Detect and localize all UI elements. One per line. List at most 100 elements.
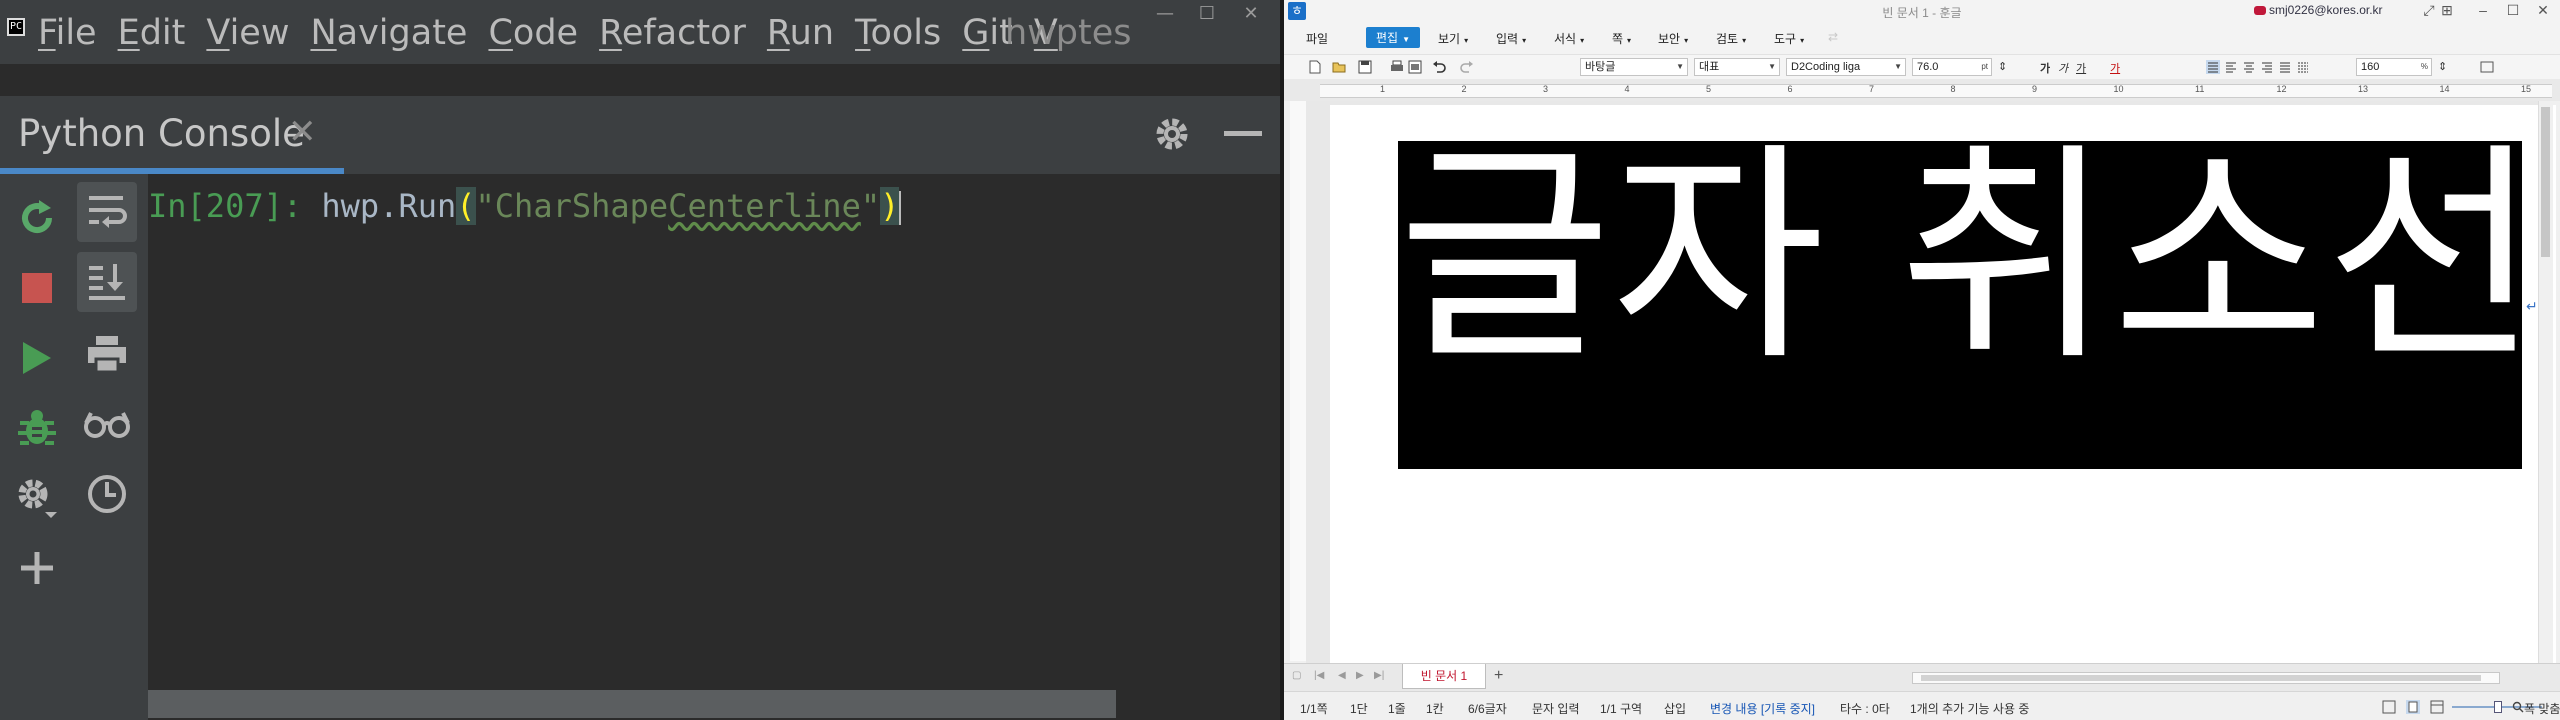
zoom-out-icon[interactable] [2448,700,2462,714]
debug-button[interactable] [7,398,67,458]
view-page-icon[interactable] [2406,700,2420,714]
document-vertical-scrollbar[interactable] [2538,101,2553,663]
font-size-stepper[interactable]: ⇕ [1998,60,2007,73]
zoom-input[interactable]: 160% [2356,58,2432,76]
print-button[interactable] [77,324,137,384]
hwp-menu-insert[interactable]: 입력 ▾ [1496,30,1526,47]
zoom-stepper[interactable]: ⇕ [2438,60,2447,73]
console-horizontal-scrollbar[interactable] [148,690,1116,718]
print-icon[interactable] [1390,60,1404,74]
ide-minimize-button[interactable]: — [1150,2,1180,26]
view-options-icon[interactable] [2480,60,2494,74]
align-justify-icon[interactable] [2206,60,2220,74]
hwp-menu-security[interactable]: 보안 ▾ [1658,30,1688,47]
tab-prev-icon[interactable]: ◀ [1338,670,1346,681]
redo-icon[interactable] [1460,60,1474,74]
italic-button[interactable]: 가 [2058,60,2068,76]
console-settings-button[interactable] [7,468,67,528]
console-input-line[interactable]: In[207]: hwp.Run("CharShapeCenterline") [148,184,902,228]
status-track-changes[interactable]: 변경 내용 [기록 중지] [1710,700,1815,717]
language-select[interactable]: 대표 ▼ [1694,58,1780,76]
align-distribute-icon[interactable] [2278,60,2292,74]
soft-wrap-icon [89,196,127,228]
tab-python-console[interactable]: Python Console [18,112,305,156]
ide-close-button[interactable]: ✕ [1236,2,1266,26]
console-tab-close-icon[interactable]: ✕ [288,110,317,154]
tab-list-icon[interactable]: ▢ [1292,670,1301,681]
bold-button[interactable]: 가 [2040,60,2050,76]
font-select[interactable]: D2Coding liga ▼ [1786,58,1906,76]
print-preview-icon[interactable] [1408,60,1422,74]
document-canvas[interactable]: 글자 취소선 ↵ [1306,101,2556,671]
font-color-button[interactable]: 가 [2110,60,2120,76]
menu-navigate[interactable]: Navigate [310,10,467,56]
menu-file[interactable]: File [38,10,97,56]
tab-last-icon[interactable]: ▶| [1374,670,1384,681]
document-page[interactable]: 글자 취소선 ↵ [1330,105,2556,671]
menu-run[interactable]: Run [767,10,834,56]
hwp-account[interactable]: smj0226@kores.or.kr [2254,3,2383,17]
underline-button[interactable]: 가 [2076,60,2086,76]
view-web-icon[interactable] [2430,700,2444,714]
status-addons[interactable]: 1개의 추가 기능 사용 중 [1910,700,2029,717]
menu-code[interactable]: Code [488,10,578,56]
save-icon[interactable] [1358,60,1372,74]
rerun-console-button[interactable] [7,188,67,248]
show-variables-button[interactable] [77,394,137,454]
hide-toolwindow-icon[interactable] [1224,131,1262,136]
new-document-icon[interactable] [1308,60,1322,74]
hwp-menu-page[interactable]: 쪽 ▾ [1612,30,1631,47]
horizontal-scroll-thumb[interactable] [1921,675,2481,681]
align-left-icon[interactable] [2224,60,2238,74]
hwp-maximize-button[interactable]: ☐ [2504,2,2522,19]
status-line: 1줄 [1388,702,1406,716]
undo-icon[interactable] [1432,60,1446,74]
status-fit-width[interactable]: 폭 맞춤 [2524,700,2560,717]
horizontal-ruler[interactable]: 1 2 3 4 5 6 7 8 9 10 11 12 13 14 15 [1284,79,2560,101]
menu-view[interactable]: View [206,10,289,56]
zoom-slider-thumb[interactable] [2494,701,2502,713]
vertical-scroll-thumb[interactable] [2541,107,2550,257]
hwp-fullscreen-icon[interactable]: ⤢ [2420,2,2438,19]
tab-first-icon[interactable]: |◀ [1314,670,1324,681]
menu-tools[interactable]: Tools [855,10,941,56]
menu-edit[interactable]: Edit [118,10,186,56]
open-folder-icon[interactable] [1332,60,1346,74]
hwp-close-button[interactable]: ✕ [2534,2,2552,19]
view-normal-icon[interactable] [2382,700,2396,714]
execute-button[interactable] [7,328,67,388]
history-button[interactable] [77,464,137,524]
document-text[interactable]: 글자 취소선 [1398,141,2539,469]
hwp-menu-review[interactable]: 검토 ▾ [1716,30,1746,47]
settings-gear-icon[interactable] [1152,114,1192,154]
hwp-ribbon-toggle-icon[interactable]: ⊞ [2438,2,2456,19]
hwp-menu-format[interactable]: 서식 ▾ [1554,30,1584,47]
status-insert[interactable]: 삽입 [1664,700,1686,717]
font-size-input[interactable]: 76.0 pt [1912,58,1992,76]
hwp-menu-extra-icon[interactable]: ⇄ [1828,30,1838,44]
hwp-menu-file[interactable]: 파일 [1306,30,1328,47]
status-input-mode[interactable]: 문자 입력 [1532,700,1580,717]
tab-next-icon[interactable]: ▶ [1356,670,1364,681]
style-select[interactable]: 바탕글 ▼ [1580,58,1688,76]
align-center-icon[interactable] [2242,60,2256,74]
document-horizontal-scrollbar[interactable] [1912,672,2500,684]
vertical-ruler[interactable] [1290,101,1307,661]
python-console-output[interactable]: In[207]: hwp.Run("CharShapeCenterline") [148,174,1280,720]
add-tab-button[interactable]: + [1494,667,1503,685]
hwp-minimize-button[interactable]: – [2474,2,2492,18]
align-right-icon[interactable] [2260,60,2274,74]
status-page[interactable]: 1/1쪽 [1300,700,1328,717]
hwp-menu-edit[interactable]: 편집 ▼ [1366,27,1421,48]
scroll-to-end-button[interactable] [77,252,137,312]
menu-refactor[interactable]: Refactor [599,10,746,56]
ide-maximize-button[interactable]: ☐ [1192,2,1222,26]
hwp-menu-tools[interactable]: 도구 ▾ [1774,30,1804,47]
glasses-icon [84,412,130,438]
soft-wrap-button[interactable] [77,182,137,242]
stop-console-button[interactable] [7,258,67,318]
new-console-button[interactable] [7,538,67,598]
tab-document-1[interactable]: 빈 문서 1 [1402,664,1486,689]
align-split-icon[interactable] [2296,60,2310,74]
hwp-menu-view[interactable]: 보기 ▾ [1438,30,1468,47]
